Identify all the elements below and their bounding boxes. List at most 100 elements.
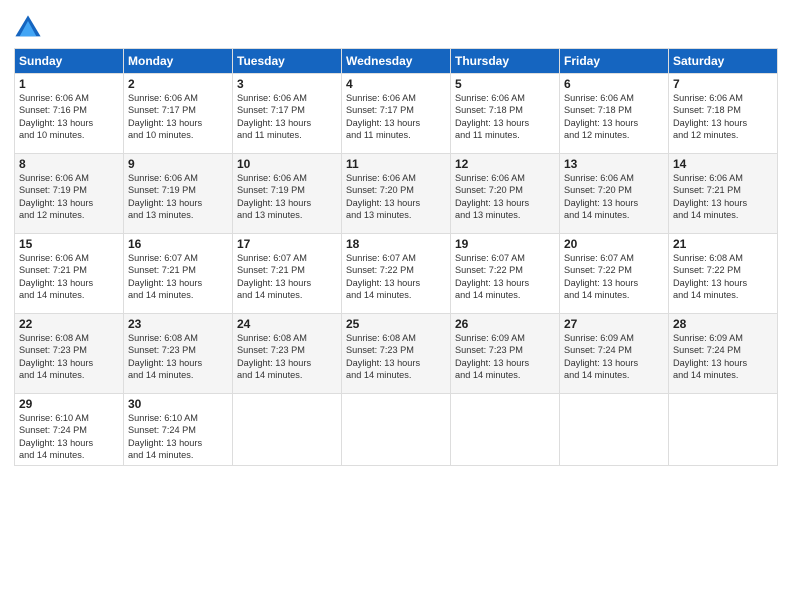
- day-info: Sunrise: 6:06 AM Sunset: 7:19 PM Dayligh…: [237, 172, 337, 222]
- day-number: 18: [346, 237, 446, 251]
- day-number: 23: [128, 317, 228, 331]
- day-cell: 8Sunrise: 6:06 AM Sunset: 7:19 PM Daylig…: [15, 154, 124, 234]
- day-cell: 10Sunrise: 6:06 AM Sunset: 7:19 PM Dayli…: [233, 154, 342, 234]
- day-cell: 5Sunrise: 6:06 AM Sunset: 7:18 PM Daylig…: [451, 74, 560, 154]
- day-cell: 2Sunrise: 6:06 AM Sunset: 7:17 PM Daylig…: [124, 74, 233, 154]
- day-cell: 24Sunrise: 6:08 AM Sunset: 7:23 PM Dayli…: [233, 314, 342, 394]
- day-cell: 12Sunrise: 6:06 AM Sunset: 7:20 PM Dayli…: [451, 154, 560, 234]
- header-row: SundayMondayTuesdayWednesdayThursdayFrid…: [15, 49, 778, 74]
- day-number: 15: [19, 237, 119, 251]
- week-row-1: 1Sunrise: 6:06 AM Sunset: 7:16 PM Daylig…: [15, 74, 778, 154]
- day-number: 25: [346, 317, 446, 331]
- day-info: Sunrise: 6:06 AM Sunset: 7:18 PM Dayligh…: [564, 92, 664, 142]
- week-row-4: 22Sunrise: 6:08 AM Sunset: 7:23 PM Dayli…: [15, 314, 778, 394]
- day-info: Sunrise: 6:07 AM Sunset: 7:21 PM Dayligh…: [128, 252, 228, 302]
- day-cell: 14Sunrise: 6:06 AM Sunset: 7:21 PM Dayli…: [669, 154, 778, 234]
- day-info: Sunrise: 6:06 AM Sunset: 7:20 PM Dayligh…: [455, 172, 555, 222]
- week-row-5: 29Sunrise: 6:10 AM Sunset: 7:24 PM Dayli…: [15, 394, 778, 466]
- day-cell: [669, 394, 778, 466]
- week-row-3: 15Sunrise: 6:06 AM Sunset: 7:21 PM Dayli…: [15, 234, 778, 314]
- day-cell: 13Sunrise: 6:06 AM Sunset: 7:20 PM Dayli…: [560, 154, 669, 234]
- day-info: Sunrise: 6:08 AM Sunset: 7:23 PM Dayligh…: [19, 332, 119, 382]
- day-info: Sunrise: 6:10 AM Sunset: 7:24 PM Dayligh…: [19, 412, 119, 462]
- day-number: 28: [673, 317, 773, 331]
- day-info: Sunrise: 6:08 AM Sunset: 7:23 PM Dayligh…: [237, 332, 337, 382]
- day-cell: 22Sunrise: 6:08 AM Sunset: 7:23 PM Dayli…: [15, 314, 124, 394]
- day-info: Sunrise: 6:07 AM Sunset: 7:21 PM Dayligh…: [237, 252, 337, 302]
- day-number: 6: [564, 77, 664, 91]
- day-info: Sunrise: 6:08 AM Sunset: 7:22 PM Dayligh…: [673, 252, 773, 302]
- day-number: 16: [128, 237, 228, 251]
- day-info: Sunrise: 6:06 AM Sunset: 7:18 PM Dayligh…: [455, 92, 555, 142]
- day-cell: 11Sunrise: 6:06 AM Sunset: 7:20 PM Dayli…: [342, 154, 451, 234]
- day-cell: 27Sunrise: 6:09 AM Sunset: 7:24 PM Dayli…: [560, 314, 669, 394]
- day-cell: 20Sunrise: 6:07 AM Sunset: 7:22 PM Dayli…: [560, 234, 669, 314]
- day-cell: 19Sunrise: 6:07 AM Sunset: 7:22 PM Dayli…: [451, 234, 560, 314]
- day-number: 29: [19, 397, 119, 411]
- day-number: 8: [19, 157, 119, 171]
- day-number: 4: [346, 77, 446, 91]
- day-number: 21: [673, 237, 773, 251]
- day-cell: 4Sunrise: 6:06 AM Sunset: 7:17 PM Daylig…: [342, 74, 451, 154]
- day-number: 3: [237, 77, 337, 91]
- header-cell-tuesday: Tuesday: [233, 49, 342, 74]
- day-cell: 15Sunrise: 6:06 AM Sunset: 7:21 PM Dayli…: [15, 234, 124, 314]
- day-number: 30: [128, 397, 228, 411]
- day-cell: 30Sunrise: 6:10 AM Sunset: 7:24 PM Dayli…: [124, 394, 233, 466]
- logo-icon: [14, 14, 42, 42]
- calendar-table: SundayMondayTuesdayWednesdayThursdayFrid…: [14, 48, 778, 466]
- day-number: 11: [346, 157, 446, 171]
- day-info: Sunrise: 6:10 AM Sunset: 7:24 PM Dayligh…: [128, 412, 228, 462]
- day-number: 1: [19, 77, 119, 91]
- day-info: Sunrise: 6:09 AM Sunset: 7:24 PM Dayligh…: [673, 332, 773, 382]
- day-cell: 26Sunrise: 6:09 AM Sunset: 7:23 PM Dayli…: [451, 314, 560, 394]
- day-cell: 28Sunrise: 6:09 AM Sunset: 7:24 PM Dayli…: [669, 314, 778, 394]
- header-cell-monday: Monday: [124, 49, 233, 74]
- day-info: Sunrise: 6:06 AM Sunset: 7:17 PM Dayligh…: [237, 92, 337, 142]
- day-cell: 29Sunrise: 6:10 AM Sunset: 7:24 PM Dayli…: [15, 394, 124, 466]
- day-cell: 16Sunrise: 6:07 AM Sunset: 7:21 PM Dayli…: [124, 234, 233, 314]
- day-info: Sunrise: 6:06 AM Sunset: 7:21 PM Dayligh…: [673, 172, 773, 222]
- day-cell: 25Sunrise: 6:08 AM Sunset: 7:23 PM Dayli…: [342, 314, 451, 394]
- day-number: 5: [455, 77, 555, 91]
- day-cell: 23Sunrise: 6:08 AM Sunset: 7:23 PM Dayli…: [124, 314, 233, 394]
- day-cell: [560, 394, 669, 466]
- day-number: 22: [19, 317, 119, 331]
- day-number: 27: [564, 317, 664, 331]
- day-number: 17: [237, 237, 337, 251]
- day-cell: 9Sunrise: 6:06 AM Sunset: 7:19 PM Daylig…: [124, 154, 233, 234]
- day-cell: 21Sunrise: 6:08 AM Sunset: 7:22 PM Dayli…: [669, 234, 778, 314]
- day-number: 10: [237, 157, 337, 171]
- day-info: Sunrise: 6:06 AM Sunset: 7:17 PM Dayligh…: [128, 92, 228, 142]
- day-cell: [233, 394, 342, 466]
- day-info: Sunrise: 6:08 AM Sunset: 7:23 PM Dayligh…: [128, 332, 228, 382]
- day-info: Sunrise: 6:06 AM Sunset: 7:21 PM Dayligh…: [19, 252, 119, 302]
- header-cell-thursday: Thursday: [451, 49, 560, 74]
- day-number: 12: [455, 157, 555, 171]
- day-number: 26: [455, 317, 555, 331]
- day-cell: 6Sunrise: 6:06 AM Sunset: 7:18 PM Daylig…: [560, 74, 669, 154]
- day-cell: 17Sunrise: 6:07 AM Sunset: 7:21 PM Dayli…: [233, 234, 342, 314]
- day-info: Sunrise: 6:08 AM Sunset: 7:23 PM Dayligh…: [346, 332, 446, 382]
- day-number: 19: [455, 237, 555, 251]
- day-number: 2: [128, 77, 228, 91]
- day-cell: [342, 394, 451, 466]
- day-number: 13: [564, 157, 664, 171]
- day-info: Sunrise: 6:06 AM Sunset: 7:17 PM Dayligh…: [346, 92, 446, 142]
- day-number: 9: [128, 157, 228, 171]
- day-info: Sunrise: 6:06 AM Sunset: 7:19 PM Dayligh…: [128, 172, 228, 222]
- day-cell: 18Sunrise: 6:07 AM Sunset: 7:22 PM Dayli…: [342, 234, 451, 314]
- day-cell: 7Sunrise: 6:06 AM Sunset: 7:18 PM Daylig…: [669, 74, 778, 154]
- day-info: Sunrise: 6:09 AM Sunset: 7:24 PM Dayligh…: [564, 332, 664, 382]
- day-cell: 3Sunrise: 6:06 AM Sunset: 7:17 PM Daylig…: [233, 74, 342, 154]
- page: SundayMondayTuesdayWednesdayThursdayFrid…: [0, 0, 792, 612]
- header-cell-sunday: Sunday: [15, 49, 124, 74]
- day-number: 14: [673, 157, 773, 171]
- day-info: Sunrise: 6:06 AM Sunset: 7:20 PM Dayligh…: [346, 172, 446, 222]
- day-info: Sunrise: 6:06 AM Sunset: 7:16 PM Dayligh…: [19, 92, 119, 142]
- header-cell-wednesday: Wednesday: [342, 49, 451, 74]
- day-info: Sunrise: 6:07 AM Sunset: 7:22 PM Dayligh…: [564, 252, 664, 302]
- day-number: 20: [564, 237, 664, 251]
- week-row-2: 8 Sunrise: 6:06 AM Sunset: 7:19 PM Daylig…: [15, 154, 778, 234]
- day-cell: [451, 394, 560, 466]
